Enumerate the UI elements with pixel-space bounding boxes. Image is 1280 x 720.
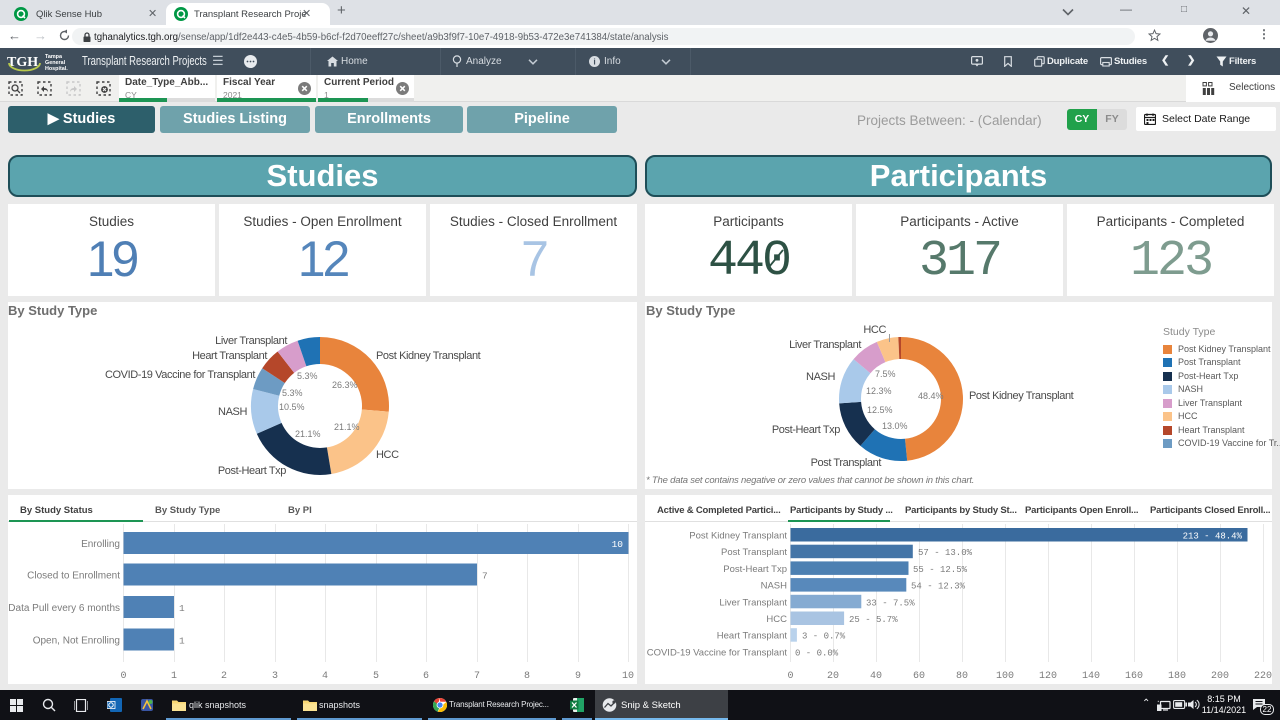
svg-text:Post-Heart Txp: Post-Heart Txp bbox=[723, 564, 787, 575]
svg-text:Liver Transplant: Liver Transplant bbox=[719, 597, 787, 608]
svg-text:213 - 48.4%: 213 - 48.4% bbox=[1183, 532, 1243, 542]
svg-text:0 - 0.0%: 0 - 0.0% bbox=[795, 648, 839, 658]
svg-text:10: 10 bbox=[622, 671, 634, 682]
svg-text:3: 3 bbox=[272, 671, 278, 682]
svg-text:140: 140 bbox=[1082, 671, 1100, 682]
svg-text:Data Pull every 6 months: Data Pull every 6 months bbox=[8, 603, 120, 614]
svg-text:60: 60 bbox=[913, 671, 925, 682]
svg-text:6: 6 bbox=[423, 671, 429, 682]
svg-text:Hospital.: Hospital. bbox=[45, 66, 68, 72]
svg-text:80: 80 bbox=[956, 671, 968, 682]
svg-text:0: 0 bbox=[787, 671, 793, 682]
svg-text:Heart Transplant: Heart Transplant bbox=[717, 631, 788, 642]
svg-text:100: 100 bbox=[996, 671, 1014, 682]
svg-text:Post Kidney Transplant: Post Kidney Transplant bbox=[689, 531, 787, 542]
svg-text:220: 220 bbox=[1254, 671, 1272, 682]
svg-text:54 - 12.3%: 54 - 12.3% bbox=[911, 582, 966, 592]
svg-text:120: 120 bbox=[1039, 671, 1057, 682]
svg-text:160: 160 bbox=[1125, 671, 1143, 682]
svg-text:7: 7 bbox=[482, 571, 488, 582]
svg-text:1: 1 bbox=[171, 671, 177, 682]
svg-text:2: 2 bbox=[221, 671, 227, 682]
svg-text:i: i bbox=[593, 57, 595, 67]
svg-text:*: * bbox=[1158, 700, 1160, 705]
svg-text:5: 5 bbox=[373, 671, 379, 682]
svg-text:25 - 5.7%: 25 - 5.7% bbox=[849, 615, 898, 625]
svg-text:55 - 12.5%: 55 - 12.5% bbox=[913, 565, 968, 575]
svg-text:33 - 7.5%: 33 - 7.5% bbox=[866, 598, 915, 608]
svg-text:Post Transplant: Post Transplant bbox=[721, 547, 787, 558]
svg-text:0: 0 bbox=[120, 671, 126, 682]
svg-text:7: 7 bbox=[474, 671, 480, 682]
svg-text:1: 1 bbox=[179, 636, 185, 647]
svg-text:COVID-19 Vaccine for Transplan: COVID-19 Vaccine for Transplant bbox=[647, 647, 788, 658]
svg-text:8: 8 bbox=[524, 671, 530, 682]
svg-text:Enrolling: Enrolling bbox=[81, 539, 120, 550]
svg-text:20: 20 bbox=[827, 671, 839, 682]
svg-text:180: 180 bbox=[1168, 671, 1186, 682]
svg-text:40: 40 bbox=[870, 671, 882, 682]
svg-text:57 - 13.0%: 57 - 13.0% bbox=[918, 548, 973, 558]
svg-text:Closed to Enrollment: Closed to Enrollment bbox=[27, 571, 120, 582]
svg-text:4: 4 bbox=[322, 671, 328, 682]
svg-text:HCC: HCC bbox=[766, 614, 787, 625]
svg-text:9: 9 bbox=[575, 671, 581, 682]
svg-text:NASH: NASH bbox=[761, 581, 788, 592]
svg-text:Open, Not Enrolling: Open, Not Enrolling bbox=[33, 636, 120, 647]
svg-text:1: 1 bbox=[179, 603, 185, 614]
svg-text:10: 10 bbox=[612, 539, 624, 550]
svg-text:200: 200 bbox=[1211, 671, 1229, 682]
svg-text:3 - 0.7%: 3 - 0.7% bbox=[802, 632, 846, 642]
